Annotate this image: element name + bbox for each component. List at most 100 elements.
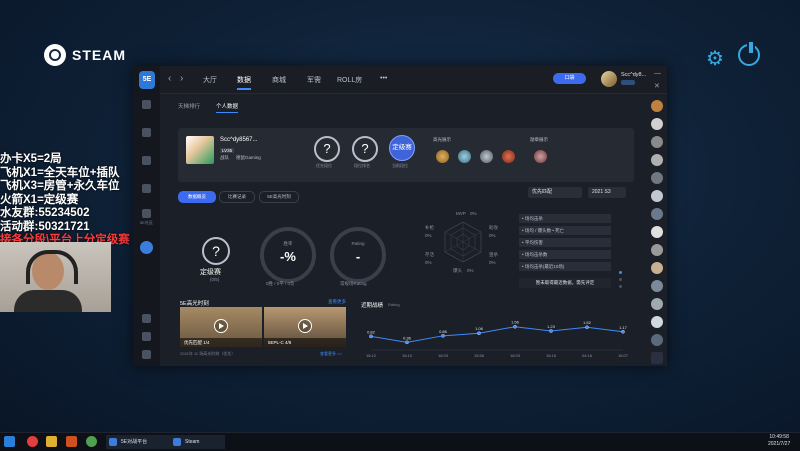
settings-icon[interactable] xyxy=(142,332,151,341)
rank-label: 当前段位 xyxy=(392,163,408,168)
clock-time: 10:49:58 xyxy=(769,434,789,440)
chart-tick-label: 04:16 xyxy=(582,353,593,358)
chart-tick-label: 16:12 xyxy=(366,353,377,358)
rank-text: 定级赛 xyxy=(200,269,221,276)
chat-icon[interactable] xyxy=(651,352,663,364)
tab-hall[interactable]: 大厅 xyxy=(203,75,217,85)
close-icon[interactable]: ✕ xyxy=(654,82,660,90)
overview-button[interactable]: 数据概览 xyxy=(178,191,216,203)
tab-supplies[interactable]: 军需 xyxy=(307,75,321,85)
avatar[interactable] xyxy=(651,226,663,238)
chart-data-label: 0.36 xyxy=(403,335,412,340)
highlight-clip[interactable]: 优先匹配 1/4 xyxy=(180,307,262,347)
app-logo[interactable]: 5E xyxy=(139,71,155,89)
chart-tick-label: 16:03 xyxy=(510,353,521,358)
tab-more[interactable]: ••• xyxy=(380,75,387,82)
subtab-ladder[interactable]: 天梯排行 xyxy=(178,102,200,110)
profile-avatar xyxy=(186,136,214,164)
tab-shop[interactable]: 商城 xyxy=(272,75,286,85)
webcam-feed xyxy=(0,242,111,312)
q2-label: 段位排名 xyxy=(354,163,370,168)
subtab-personal[interactable]: 个人数据 xyxy=(216,102,239,113)
forward-icon[interactable]: › xyxy=(180,73,183,84)
trophy-icon[interactable] xyxy=(142,128,151,137)
recent-chart: 近期战绩 Rating 0.82 16:12 0.36 16:10 0.86 16:03 1… xyxy=(361,301,631,361)
overlay-line: 活动群:50321721 xyxy=(0,220,90,233)
windows-start-icon[interactable] xyxy=(4,436,15,447)
puzzle-icon[interactable] xyxy=(142,184,151,193)
minimize-icon[interactable]: — xyxy=(654,70,661,77)
page-dot[interactable] xyxy=(619,271,622,274)
radar-graphic xyxy=(444,221,482,263)
question-icon: ? xyxy=(202,237,230,265)
chart-data-label: 1.56 xyxy=(511,320,520,325)
wifi-icon[interactable] xyxy=(142,209,151,218)
taskbar-item-steam[interactable]: Steam xyxy=(170,435,225,449)
user-name[interactable]: Scc^dy8... xyxy=(621,72,646,78)
records-button[interactable]: 比赛记录 xyxy=(219,191,255,203)
tab-data[interactable]: 数据 xyxy=(237,75,251,90)
chrome-icon[interactable] xyxy=(27,436,38,447)
avatar[interactable] xyxy=(651,154,663,166)
chart-point[interactable] xyxy=(441,334,445,338)
avatar[interactable] xyxy=(651,334,663,346)
page-dot[interactable] xyxy=(619,285,622,288)
overlay-line: 飞机X1=全天车位+插队 xyxy=(0,166,120,179)
avatar[interactable] xyxy=(651,208,663,220)
winrate-label: 胜率 xyxy=(283,241,293,246)
highlight-clip[interactable]: 5EPL-C 4/8 xyxy=(264,307,346,347)
power-icon[interactable] xyxy=(738,42,760,66)
highlights-view-more[interactable]: 查看更多 >> xyxy=(320,351,342,357)
back-icon[interactable]: ‹ xyxy=(168,73,171,84)
avatar[interactable] xyxy=(651,190,663,202)
avatar[interactable] xyxy=(651,118,663,130)
app-icon[interactable] xyxy=(86,436,97,447)
folder-icon[interactable] xyxy=(46,436,57,447)
avatar[interactable] xyxy=(651,316,663,328)
chart-point[interactable] xyxy=(621,329,625,334)
chart-point[interactable] xyxy=(477,331,481,336)
chart-point[interactable] xyxy=(585,325,589,330)
page-dot[interactable] xyxy=(619,278,622,281)
top-bar: ‹ › 大厅 数据 商城 军需 ROLL房 ••• 口袋 Scc^dy8... … xyxy=(160,66,667,94)
radar-label: 爆头 xyxy=(453,268,462,273)
chart-tick-label: 15:56 xyxy=(474,353,485,358)
team-name[interactable]: 德鼠Gaming xyxy=(236,155,261,161)
gear-icon[interactable]: ⚙ xyxy=(706,46,724,71)
play-icon[interactable] xyxy=(214,319,228,333)
avatar[interactable] xyxy=(651,280,663,292)
avatar[interactable] xyxy=(651,172,663,184)
chart-point[interactable] xyxy=(513,324,517,329)
avatar[interactable] xyxy=(651,244,663,256)
highlights-button[interactable]: 5E高光时刻 xyxy=(259,191,299,203)
chart-data-label: 1.23 xyxy=(547,324,556,329)
pocket-button[interactable]: 口袋 xyxy=(553,73,586,84)
chevron-icon[interactable] xyxy=(140,241,153,254)
avatar[interactable] xyxy=(651,298,663,310)
shield-icon[interactable] xyxy=(142,100,151,109)
power-icon[interactable] xyxy=(142,350,151,359)
highlights-more-link[interactable]: 查看更多 xyxy=(328,299,346,305)
legend-item: • 场均击杀数 xyxy=(519,250,611,259)
chart-point[interactable] xyxy=(369,334,373,339)
taskbar-item-5e[interactable]: 5E对战平台 xyxy=(106,435,173,449)
chart-data-label: 0.82 xyxy=(367,329,376,334)
chart-point[interactable] xyxy=(405,340,409,345)
avatar[interactable] xyxy=(651,262,663,274)
side-rail: 5E 5E社区 xyxy=(133,66,160,366)
app-icon[interactable] xyxy=(66,436,77,447)
highlights-title: 5E高光时刻 xyxy=(180,301,209,307)
avatar[interactable] xyxy=(651,100,663,112)
steam-title: STEAM xyxy=(72,47,126,63)
season-select[interactable]: 2021 S3 xyxy=(588,187,626,198)
play-icon[interactable] xyxy=(298,319,312,333)
swords-icon[interactable] xyxy=(142,156,151,165)
avatar[interactable] xyxy=(651,136,663,148)
chart-point[interactable] xyxy=(549,329,553,333)
rail-label: 5E社区 xyxy=(140,220,153,225)
search-icon[interactable] xyxy=(142,314,151,323)
avatar[interactable] xyxy=(601,71,617,87)
mode-select[interactable]: 优先匹配 xyxy=(528,187,582,198)
clock-date: 2021/7/27 xyxy=(768,441,791,447)
tab-roll[interactable]: ROLL房 xyxy=(337,75,362,85)
